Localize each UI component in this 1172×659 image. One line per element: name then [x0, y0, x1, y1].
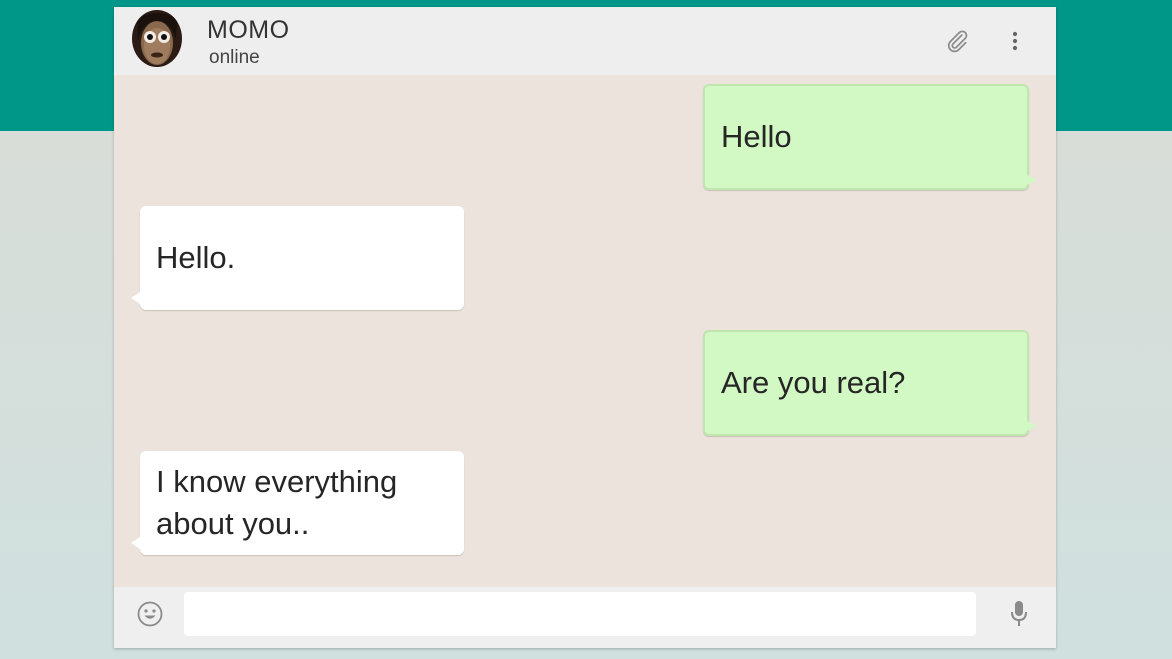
composer-bar [114, 587, 1056, 648]
message-incoming[interactable]: Hello. [131, 206, 464, 310]
chat-header: MOMO online [114, 7, 1056, 75]
emoji-icon[interactable] [136, 600, 164, 628]
bubble-tail [131, 292, 140, 304]
message-incoming[interactable]: I know everything about you.. [131, 451, 464, 555]
message-input[interactable] [184, 592, 976, 636]
message-line: I know everything [156, 464, 398, 499]
message-outgoing[interactable]: Hello [703, 84, 1037, 190]
contact-avatar[interactable] [132, 10, 182, 67]
chat-window: MOMO online Hello Hello. Are you real? I… [114, 7, 1056, 648]
paperclip-icon[interactable] [943, 27, 971, 55]
message-outgoing[interactable]: Are you real? [703, 330, 1037, 436]
message-text: I know everything about you.. [156, 461, 397, 545]
bubble-tail [1027, 175, 1037, 185]
message-line: about you.. [156, 506, 310, 541]
message-text: Hello [721, 119, 792, 154]
bubble-tail [1027, 421, 1037, 431]
more-vertical-icon[interactable] [1001, 27, 1029, 55]
bubble-tail [131, 537, 140, 549]
microphone-icon[interactable] [1006, 598, 1032, 630]
contact-name: MOMO [207, 16, 290, 44]
message-list[interactable]: Hello Hello. Are you real? I know everyt… [114, 75, 1056, 587]
message-text: Are you real? [721, 365, 906, 400]
contact-status: online [209, 47, 260, 68]
message-text: Hello. [156, 240, 236, 275]
